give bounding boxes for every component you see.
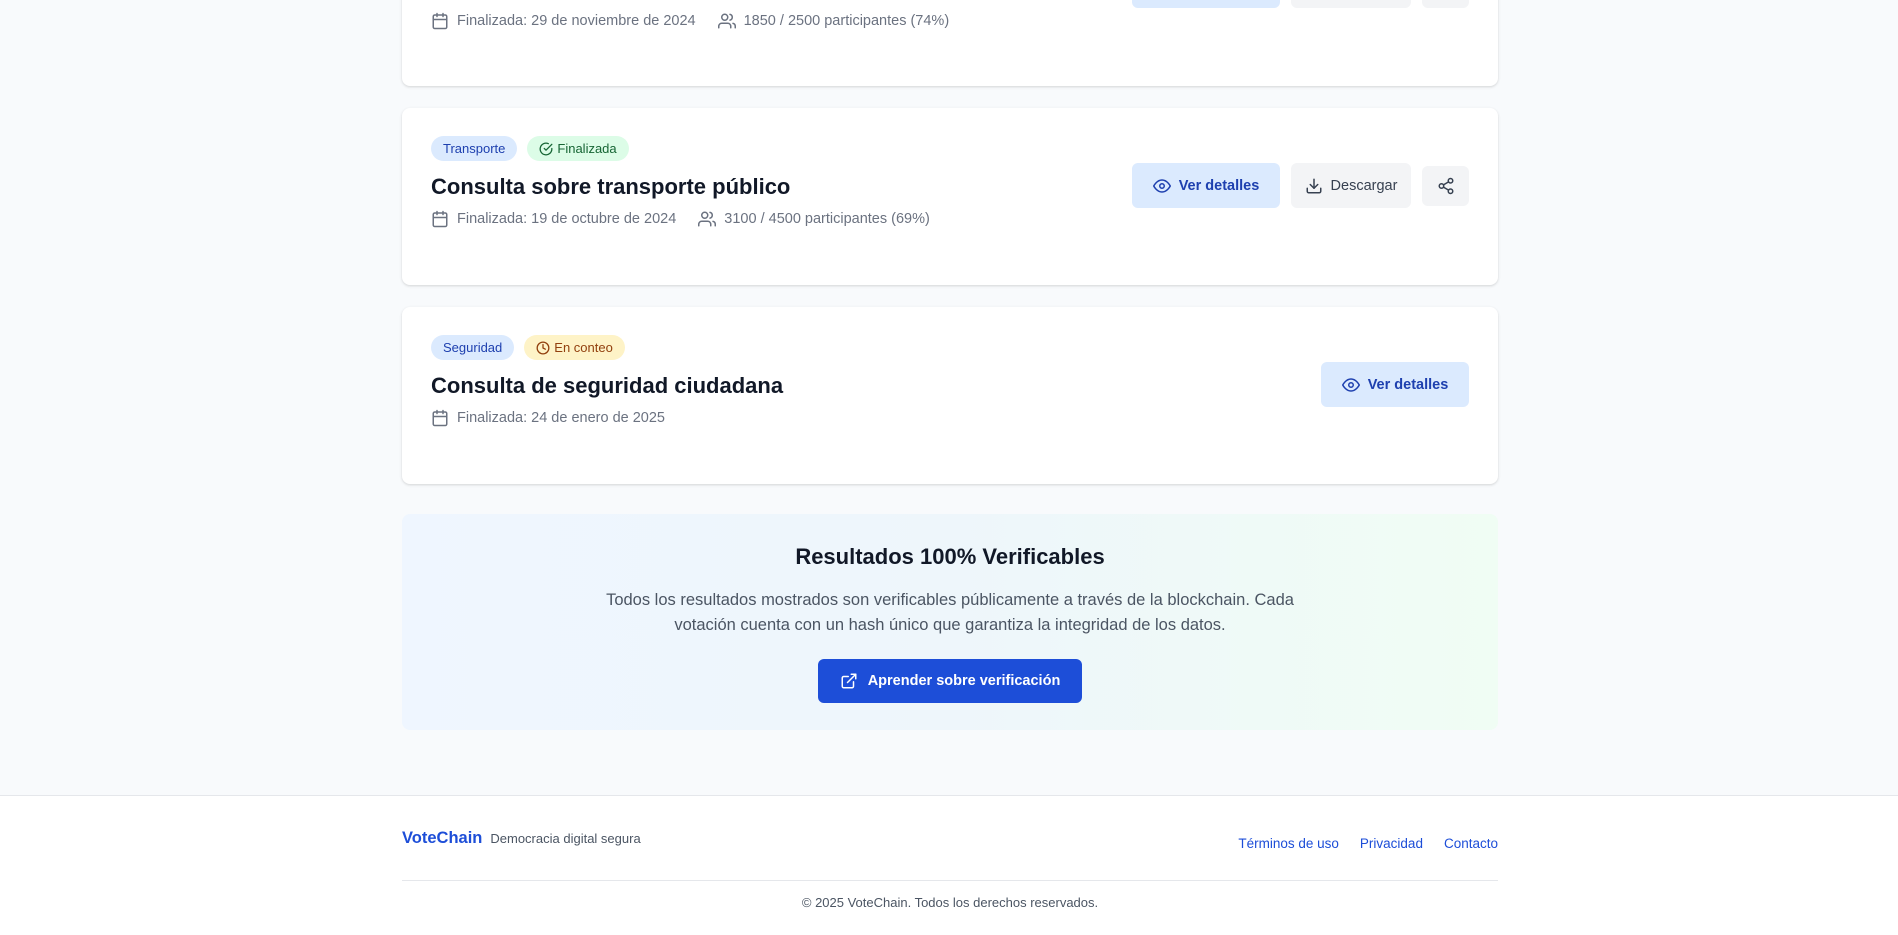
- view-details-button[interactable]: Ver detalles: [1132, 163, 1280, 208]
- users-icon: [698, 211, 717, 227]
- clock-icon: [536, 341, 550, 354]
- view-details-label: Ver detalles: [1367, 376, 1449, 393]
- eye-icon: [1341, 377, 1360, 392]
- share-button[interactable]: [1422, 0, 1469, 8]
- card-date: Finalizada: 19 de octubre de 2024: [457, 211, 677, 227]
- card-title: Consulta de seguridad ciudadana: [431, 373, 784, 398]
- status-badge: Finalizada: [527, 136, 629, 161]
- footer: VoteChain Democracia digital segura Térm…: [0, 795, 1898, 935]
- calendar-icon: [432, 12, 448, 30]
- verification-text: Todos los resultados mostrados son verif…: [606, 591, 1294, 634]
- card-participants: 1850 / 2500 participantes (74%): [743, 13, 950, 29]
- calendar-icon: [432, 210, 448, 228]
- download-button[interactable]: Descargar: [1291, 163, 1411, 208]
- check-circle-icon: [539, 142, 553, 155]
- footer-divider: [402, 880, 1498, 881]
- card-date: Finalizada: 24 de enero de 2025: [457, 410, 665, 426]
- verification-banner: Resultados 100% Verificables Todos los r…: [402, 514, 1498, 730]
- footer-links: Términos de uso Privacidad Contacto: [1238, 836, 1498, 851]
- footer-link-terms[interactable]: Términos de uso: [1238, 836, 1339, 851]
- footer-link-contact[interactable]: Contacto: [1444, 836, 1498, 851]
- consultation-card: Seguridad En conteo Consulta de segurida…: [402, 307, 1498, 484]
- card-participants: 3100 / 4500 participantes (69%): [724, 211, 930, 227]
- card-meta: Finalizada: 19 de octubre de 2024 3100 /…: [431, 210, 1469, 228]
- share-button[interactable]: [1422, 165, 1469, 206]
- users-icon: [717, 13, 736, 29]
- category-badge: Transporte: [431, 136, 518, 161]
- footer-brand: VoteChain Democracia digital segura: [402, 829, 641, 848]
- consultation-card: Transporte Finalizada Consulta sobre tra…: [402, 108, 1498, 285]
- calendar-icon: [432, 409, 448, 427]
- verification-title: Resultados 100% Verificables: [795, 544, 1105, 569]
- download-icon: [1306, 178, 1322, 193]
- card-meta: Finalizada: 29 de noviembre de 2024 1850…: [431, 12, 1469, 30]
- download-label: Descargar: [1330, 177, 1398, 194]
- card-tags: Seguridad En conteo: [431, 335, 1469, 360]
- learn-verification-button[interactable]: Aprender sobre verificación: [817, 659, 1083, 703]
- status-label: En conteo: [554, 340, 613, 355]
- status-badge: En conteo: [524, 335, 625, 360]
- card-date: Finalizada: 29 de noviembre de 2024: [457, 13, 696, 29]
- download-button[interactable]: [1291, 0, 1411, 8]
- status-label: Finalizada: [557, 141, 617, 156]
- copyright: © 2025 VoteChain. Todos los derechos res…: [801, 895, 1099, 910]
- external-link-icon: [841, 673, 857, 689]
- view-details-button[interactable]: Ver detalles: [1321, 362, 1469, 407]
- view-details-label: Ver detalles: [1178, 177, 1260, 194]
- card-tags: Transporte Finalizada: [431, 136, 1469, 161]
- share-icon: [1438, 177, 1453, 194]
- brand-tagline: Democracia digital segura: [490, 831, 641, 846]
- learn-verification-label: Aprender sobre verificación: [867, 673, 1061, 689]
- eye-icon: [1152, 178, 1171, 193]
- footer-link-privacy[interactable]: Privacidad: [1360, 836, 1423, 851]
- category-badge: Seguridad: [431, 335, 515, 360]
- card-meta: Finalizada: 24 de enero de 2025: [431, 409, 1469, 427]
- consultation-card: Finalizada: 29 de noviembre de 2024 1850…: [402, 0, 1498, 86]
- view-details-button[interactable]: [1132, 0, 1280, 8]
- brand-logo[interactable]: VoteChain: [402, 829, 482, 848]
